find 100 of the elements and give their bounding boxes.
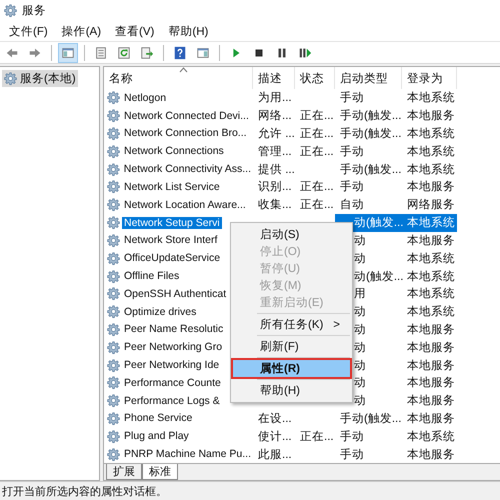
table-cell: 动	[354, 342, 366, 354]
table-cell: 手动	[340, 181, 364, 194]
table-cell: 手动(触发...	[340, 412, 402, 425]
table-cell: 管理...	[258, 146, 292, 158]
gear-icon	[107, 252, 120, 265]
table-cell: 本地服务	[407, 342, 455, 354]
gear-icon	[107, 358, 120, 372]
table-cell: 网络...	[258, 110, 292, 122]
refresh-icon	[117, 46, 131, 60]
service-name[interactable]: Peer Name Resolutic	[122, 323, 226, 336]
menu-item[interactable]: 查看(V)	[108, 24, 162, 38]
gear-icon	[107, 340, 120, 354]
status-text: 打开当前所选内容的属性对话框。	[2, 484, 167, 498]
table-cell: 在设...	[258, 412, 292, 425]
column-header[interactable]: 描述	[253, 67, 295, 89]
tab[interactable]: 扩展	[106, 464, 142, 480]
gear-icon	[107, 234, 120, 247]
table-cell: 本地系统	[407, 92, 455, 104]
service-name[interactable]: Phone Service	[122, 412, 194, 424]
table-cell: 用	[354, 288, 366, 300]
table-cell: 本地系统	[407, 430, 455, 443]
table-cell: 动	[354, 377, 366, 390]
table-cell: 本地服务	[407, 377, 455, 390]
gear-icon	[107, 109, 120, 122]
gear-icon	[107, 270, 120, 283]
menu-item[interactable]: 所有任务(K) >	[233, 316, 350, 333]
table-cell: 手动	[340, 146, 364, 158]
table-cell: 正在...	[300, 146, 334, 158]
gear-icon	[4, 72, 17, 85]
service-name[interactable]: Peer Networking Ide	[122, 359, 222, 372]
service-name[interactable]: Offline Files	[122, 270, 182, 282]
table-cell: 使计...	[258, 430, 292, 443]
column-header[interactable]: 登录为	[402, 67, 457, 89]
service-name[interactable]: Network Connection Bro...	[122, 127, 249, 140]
gear-icon	[107, 162, 120, 176]
service-name[interactable]: Network Connectivity Ass...	[122, 163, 253, 176]
service-name[interactable]: Network Setup Servi	[122, 216, 222, 229]
service-name[interactable]: OpenSSH Authenticat	[122, 288, 228, 300]
gear-icon	[107, 376, 120, 390]
table-cell: 动	[354, 252, 366, 265]
service-name[interactable]: Network List Service	[122, 180, 222, 193]
gear-icon	[107, 430, 120, 443]
service-name[interactable]: Network Connected Devi...	[122, 110, 251, 122]
gear-icon	[107, 144, 120, 158]
table-cell: 手动	[340, 92, 364, 104]
table-cell: 本地服务	[407, 324, 455, 336]
column-header[interactable]: 状态	[295, 67, 335, 89]
table-cell: 本地服务	[407, 412, 455, 425]
table-cell: 手动	[340, 430, 364, 443]
table-cell: 本地系统	[402, 214, 457, 232]
tab[interactable]: 标准	[142, 464, 178, 480]
service-name[interactable]: Performance Counte	[122, 376, 223, 389]
menu-item[interactable]: 操作(A)	[54, 24, 108, 38]
table-cell: 收集...	[258, 199, 292, 212]
help-icon	[173, 46, 187, 60]
table-cell: 动	[354, 324, 366, 336]
window-pane-icon	[196, 46, 210, 60]
table-cell: 本地系统	[407, 128, 455, 140]
service-name[interactable]: Netlogon	[122, 92, 168, 104]
gear-icon	[107, 322, 120, 336]
service-name[interactable]: Optimize drives	[122, 306, 198, 318]
menu-item[interactable]: 文件(F)	[2, 24, 55, 38]
table-cell: 提供 ...	[258, 164, 295, 176]
table-cell: 允许 ...	[258, 128, 295, 140]
table-cell: 手动(触发...	[340, 128, 402, 140]
export-icon	[140, 46, 154, 60]
table-cell: 本地服务	[407, 360, 455, 372]
service-name[interactable]: PNRP Machine Name Pu...	[122, 448, 253, 460]
sort-caret-icon	[179, 67, 188, 73]
gear-icon	[107, 91, 120, 104]
service-name[interactable]: Peer Networking Gro	[122, 341, 224, 354]
service-name[interactable]: Network Location Aware...	[122, 198, 248, 211]
gear-icon	[107, 216, 120, 230]
table-cell: 本地系统	[407, 270, 455, 283]
table-cell: 本地服务	[407, 448, 455, 461]
service-name[interactable]: Network Store Interf	[122, 234, 220, 246]
menu-item[interactable]: 帮助(H)	[233, 382, 350, 399]
gear-icon	[107, 394, 120, 408]
menu-item[interactable]: 帮助(H)	[161, 24, 216, 38]
table-cell: 动(触发...	[354, 270, 404, 283]
service-name[interactable]: Network Connections	[122, 145, 226, 158]
gear-icon	[107, 305, 120, 318]
window-title: 服务	[22, 4, 46, 18]
service-name[interactable]: OfficeUpdateService	[122, 252, 222, 264]
menu-item[interactable]: 属性(R)	[233, 360, 350, 377]
column-header[interactable]: 启动类型	[335, 67, 402, 89]
table-cell: 动	[354, 395, 366, 408]
tree-item[interactable]: 服务(本地)	[2, 70, 78, 87]
table-cell: 动	[354, 360, 366, 372]
column-header[interactable]: 名称	[104, 67, 253, 89]
table-cell: 正在...	[300, 128, 334, 140]
service-name[interactable]: Performance Logs &	[122, 394, 222, 407]
table-cell: 网络服务	[407, 199, 455, 212]
menu-item[interactable]: 刷新(F)	[233, 338, 350, 355]
service-name[interactable]: Plug and Play	[122, 430, 191, 442]
table-cell: 本地系统	[407, 146, 455, 158]
table-cell: 本地系统	[407, 252, 455, 265]
document-icon	[94, 46, 108, 60]
gear-icon	[107, 448, 120, 461]
table-cell: 手动	[340, 448, 364, 461]
